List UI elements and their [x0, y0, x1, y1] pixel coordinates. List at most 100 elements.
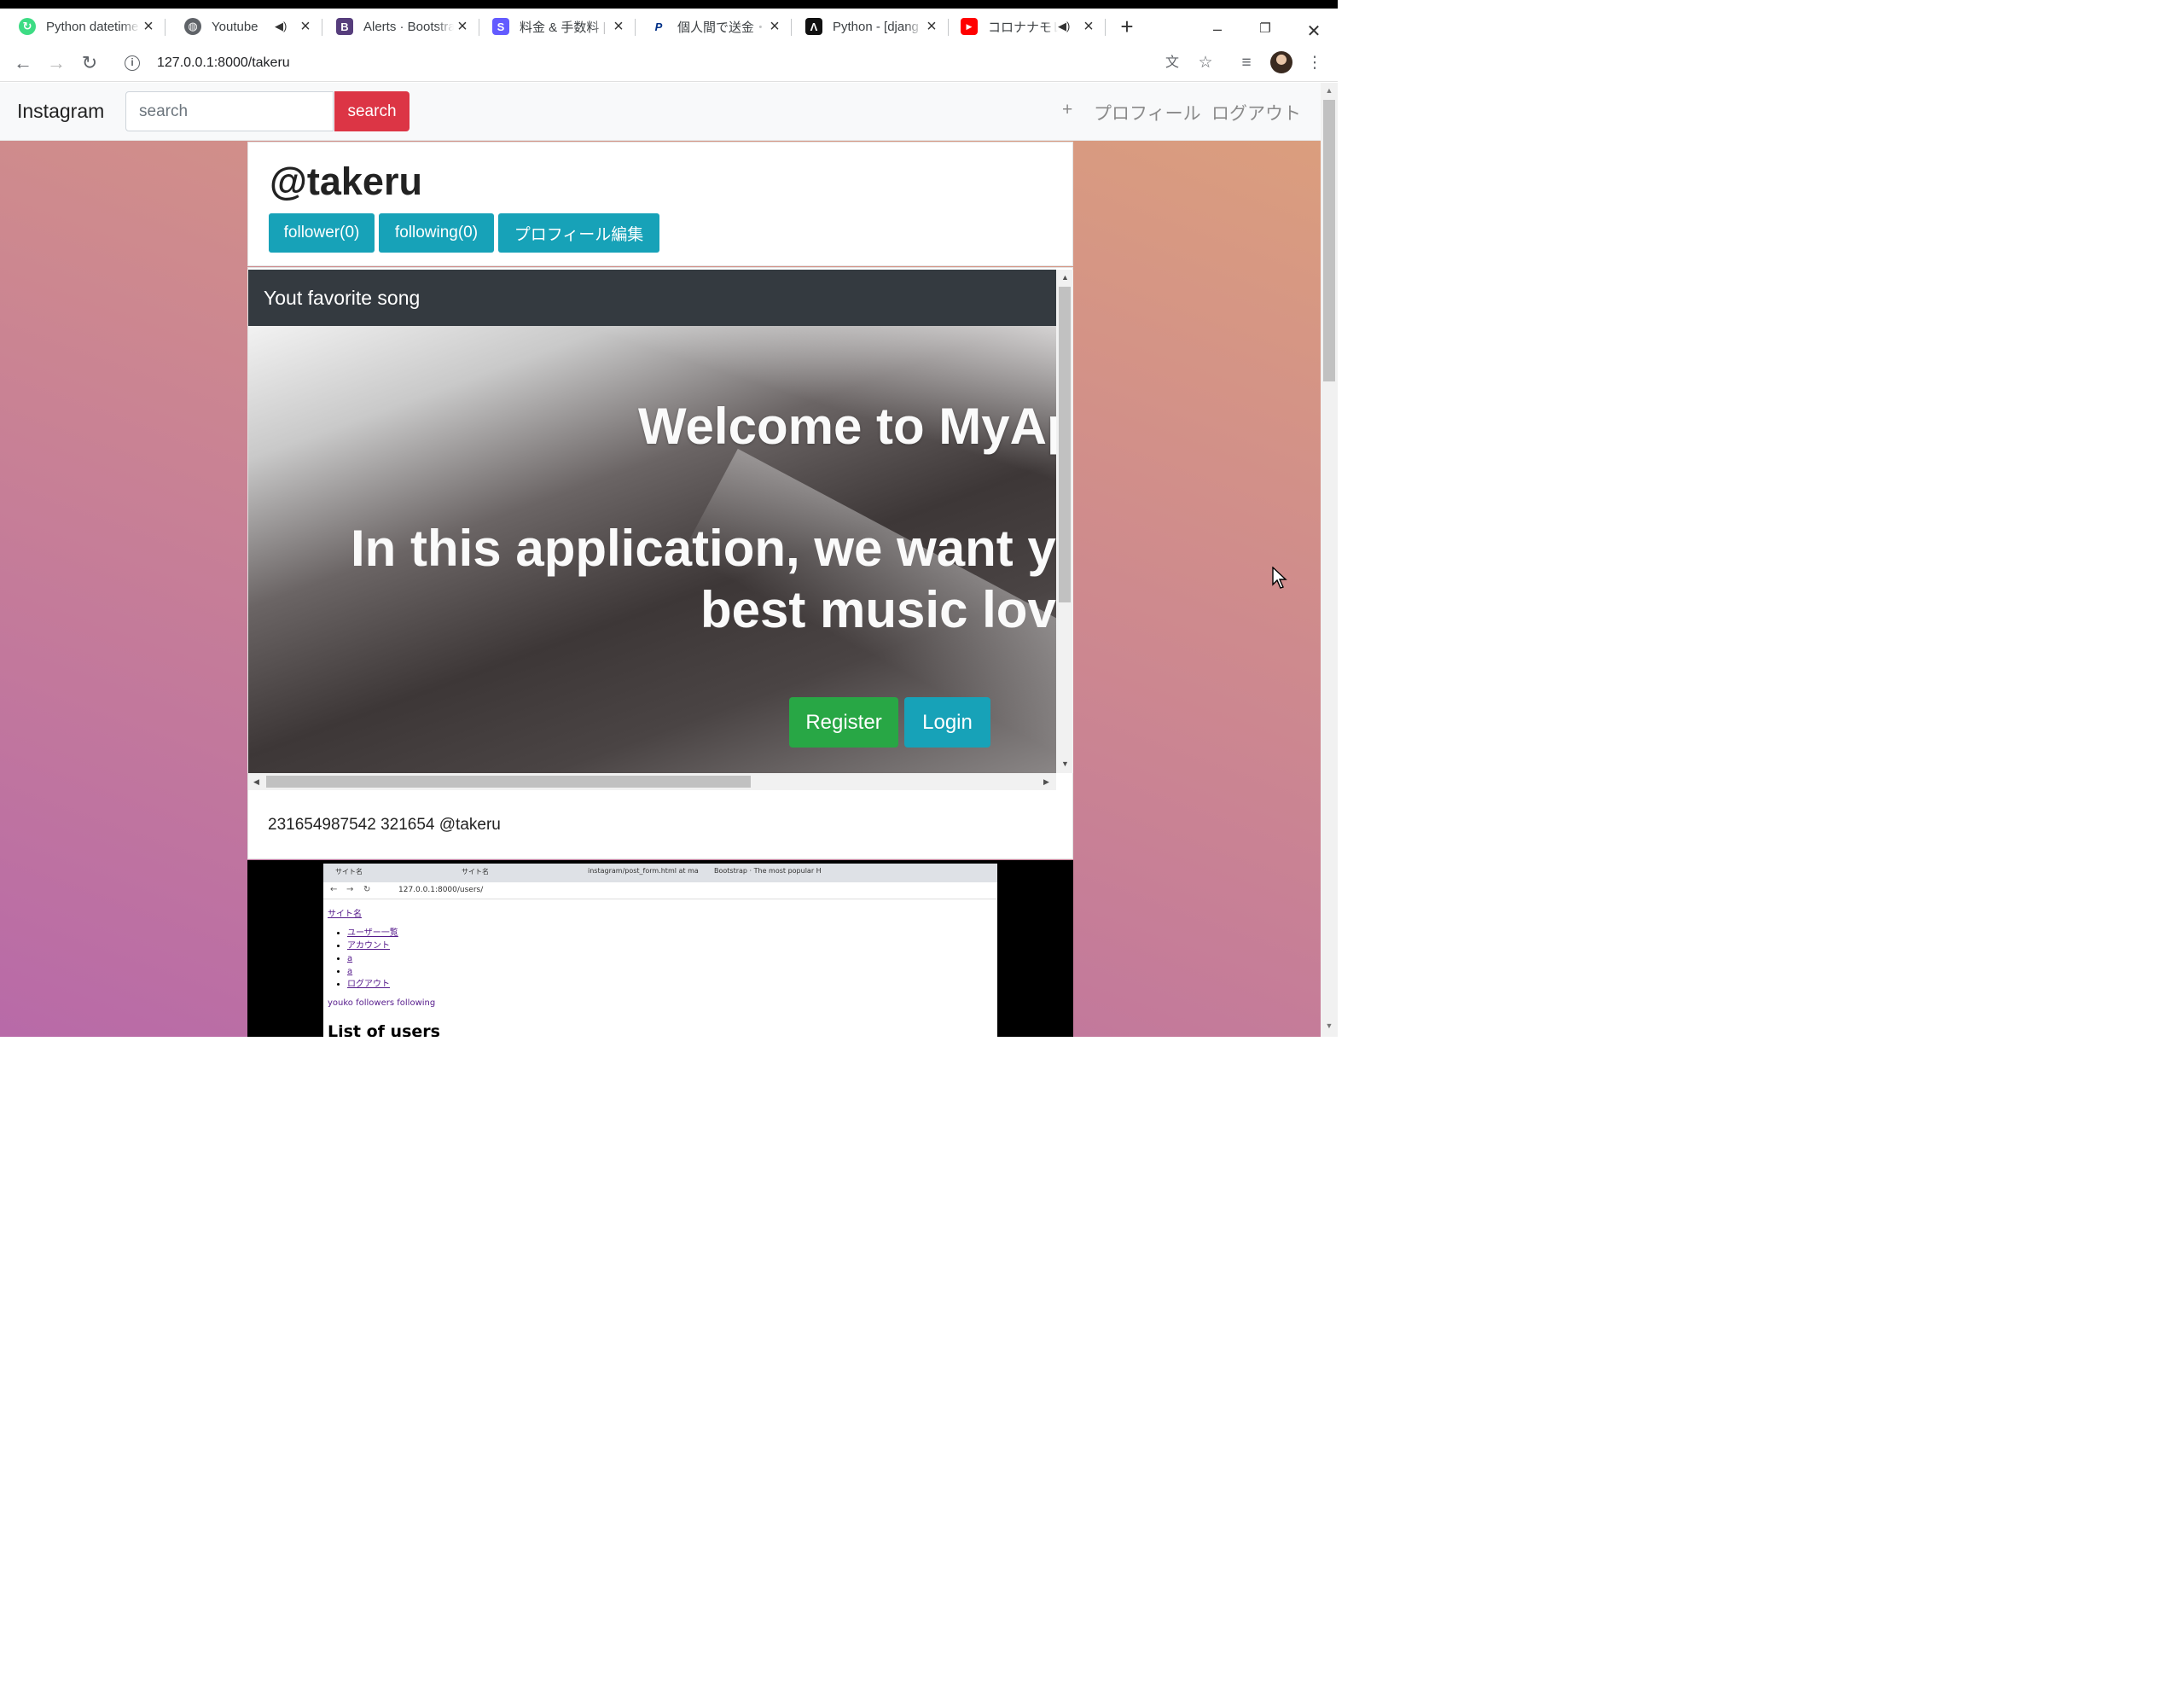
- tab-stripe-pricing[interactable]: S 料金 & 手数料 | ×: [473, 9, 634, 44]
- close-icon[interactable]: ×: [766, 18, 783, 35]
- embedded-page[interactable]: Welcome to MyApp In this application, we…: [248, 326, 1056, 773]
- mini-tab-strip: サイト名 サイト名 instagram/post_form.html at ma…: [323, 864, 997, 882]
- search-input[interactable]: [125, 91, 334, 131]
- mini-tab: Bootstrap · The most popular H: [714, 867, 822, 875]
- song-post-title: Yout favorite song: [264, 287, 421, 309]
- mini-link-list: ユーザー一覧 アカウント a a ログアウト: [347, 927, 398, 991]
- mouse-cursor-icon: [1272, 567, 1287, 589]
- tab-separator: [1105, 19, 1106, 36]
- close-window-icon[interactable]: ✕: [1301, 20, 1327, 42]
- mini-tab: サイト名: [335, 868, 363, 876]
- mini-link: アカウント: [347, 941, 390, 951]
- mini-link: ログアウト: [347, 980, 390, 989]
- minimize-icon[interactable]: –: [1205, 20, 1230, 38]
- brand-logo[interactable]: Instagram: [17, 100, 104, 123]
- scrollbar-thumb[interactable]: [1323, 100, 1335, 381]
- close-icon[interactable]: ×: [610, 18, 627, 35]
- bootstrap-icon: B: [336, 18, 353, 35]
- youtube-icon: ▶: [961, 18, 978, 35]
- translate-icon[interactable]: 文: [1161, 53, 1183, 73]
- embed-horizontal-scrollbar[interactable]: ◀ ▶: [248, 773, 1056, 790]
- close-icon[interactable]: ×: [454, 18, 471, 35]
- back-arrow-icon[interactable]: ←: [10, 51, 36, 75]
- close-icon[interactable]: ×: [923, 18, 940, 35]
- profile-avatar[interactable]: [1270, 51, 1292, 73]
- tab-paypal[interactable]: P 個人間で送金・集 ×: [631, 9, 790, 44]
- site-navbar: Instagram search + プロフィール ログアウト: [0, 83, 1321, 141]
- reload-icon[interactable]: ↻: [77, 51, 102, 75]
- login-button[interactable]: Login: [904, 697, 990, 748]
- mini-tab: サイト名: [462, 868, 489, 876]
- scrollbar-thumb[interactable]: [266, 776, 751, 788]
- song-post-caption: 231654987542 321654 @takeru: [268, 816, 501, 834]
- close-icon[interactable]: ×: [297, 18, 314, 35]
- speaker-icon[interactable]: ◀): [275, 20, 288, 33]
- post-image-screenshot[interactable]: サイト名 サイト名 instagram/post_form.html at ma…: [323, 864, 997, 1037]
- search-button[interactable]: search: [334, 91, 410, 131]
- mini-link: a: [347, 967, 353, 976]
- globe-icon: ◍: [184, 18, 201, 35]
- scroll-right-arrow-icon[interactable]: ▶: [1043, 777, 1049, 787]
- song-post-header: Yout favorite song: [248, 270, 1056, 326]
- scroll-down-arrow-icon[interactable]: ▼: [1061, 759, 1069, 768]
- refresh-green-icon: ↻: [19, 18, 36, 35]
- scroll-up-arrow-icon[interactable]: ▲: [1321, 86, 1338, 95]
- mini-heading: List of users: [328, 1022, 440, 1037]
- song-post-card: Yout favorite song Welcome to MyApp In t…: [247, 267, 1073, 859]
- mini-back-icon: ←: [330, 885, 338, 894]
- hero-description: In this application, we want you best mu…: [351, 518, 1056, 641]
- mini-follow-line: youko followers following: [328, 998, 436, 1008]
- scroll-down-arrow-icon[interactable]: ▼: [1321, 1021, 1338, 1030]
- tab-youtube-video[interactable]: ▶ コロナナモレモ ◀) ×: [942, 9, 1104, 44]
- tab-youtube[interactable]: ◍ Youtube ◀) ×: [166, 9, 321, 44]
- mini-link: ユーザー一覧: [347, 928, 398, 938]
- page-viewport: Instagram search + プロフィール ログアウト @takeru …: [0, 83, 1321, 1037]
- add-post-link[interactable]: +: [1062, 100, 1072, 120]
- image-post-card: サイト名 サイト名 instagram/post_form.html at ma…: [247, 860, 1073, 1037]
- hero-line-2: best music lover: [700, 581, 1056, 638]
- follower-button[interactable]: follower(0): [269, 213, 375, 253]
- forward-arrow-icon[interactable]: →: [44, 51, 69, 75]
- following-button[interactable]: following(0): [379, 213, 494, 253]
- scroll-left-arrow-icon[interactable]: ◀: [253, 777, 259, 787]
- scroll-up-arrow-icon[interactable]: ▲: [1061, 273, 1069, 282]
- new-tab-button[interactable]: +: [1116, 15, 1138, 39]
- profile-card: @takeru follower(0) following(0) プロフィール編…: [247, 142, 1073, 266]
- mini-link: a: [347, 954, 353, 963]
- menu-dots-icon[interactable]: ⋮: [1304, 53, 1326, 73]
- window-top-edge: [0, 0, 1338, 9]
- star-icon[interactable]: ☆: [1194, 53, 1217, 73]
- omnibox[interactable]: i 127.0.0.1:8000/takeru: [116, 49, 1148, 77]
- info-icon[interactable]: i: [125, 55, 140, 71]
- atcoder-icon: Λ: [805, 18, 822, 35]
- register-button[interactable]: Register: [789, 697, 898, 748]
- mini-forward-icon: →: [346, 885, 354, 894]
- stripe-icon: S: [492, 18, 509, 35]
- edit-profile-button[interactable]: プロフィール編集: [498, 213, 659, 253]
- mini-tab: instagram/post_form.html at ma: [588, 867, 699, 875]
- embed-vertical-scrollbar[interactable]: ▲ ▼: [1056, 270, 1073, 773]
- tab-strip: ↻ Python datetime × ◍ Youtube ◀) × B Ale…: [0, 9, 1338, 44]
- scrollbar-thumb[interactable]: [1059, 287, 1071, 602]
- tab-bootstrap-alerts[interactable]: B Alerts · Bootstrap ×: [317, 9, 478, 44]
- mini-reload-icon: ↻: [363, 885, 371, 894]
- tab-python-datetime[interactable]: ↻ Python datetime ×: [0, 9, 164, 44]
- speaker-icon[interactable]: ◀): [1058, 20, 1072, 33]
- page-scrollbar[interactable]: ▲ ▼: [1321, 83, 1338, 1037]
- mini-site-name: サイト名: [328, 910, 362, 919]
- address-bar: ← → ↻ i 127.0.0.1:8000/takeru 文 ☆ ≡ ⋮: [0, 44, 1338, 82]
- profile-link[interactable]: プロフィール: [1094, 100, 1201, 125]
- tab-python-django[interactable]: Λ Python - [djang ×: [787, 9, 947, 44]
- mini-address-bar: ← → ↻ 127.0.0.1:8000/users/: [323, 882, 997, 899]
- hero-line-1: In this application, we want you: [351, 520, 1056, 577]
- media-queue-icon[interactable]: ≡: [1235, 53, 1258, 73]
- page-title: @takeru: [270, 160, 422, 203]
- paypal-icon: P: [650, 18, 667, 35]
- close-icon[interactable]: ×: [1080, 18, 1097, 35]
- mini-url: 127.0.0.1:8000/users/: [398, 886, 484, 894]
- hero-welcome-text: Welcome to MyApp: [638, 398, 1056, 455]
- close-icon[interactable]: ×: [140, 18, 157, 35]
- logout-link[interactable]: ログアウト: [1211, 100, 1301, 125]
- restore-icon[interactable]: ❐: [1252, 20, 1278, 36]
- url-text[interactable]: 127.0.0.1:8000/takeru: [157, 55, 290, 71]
